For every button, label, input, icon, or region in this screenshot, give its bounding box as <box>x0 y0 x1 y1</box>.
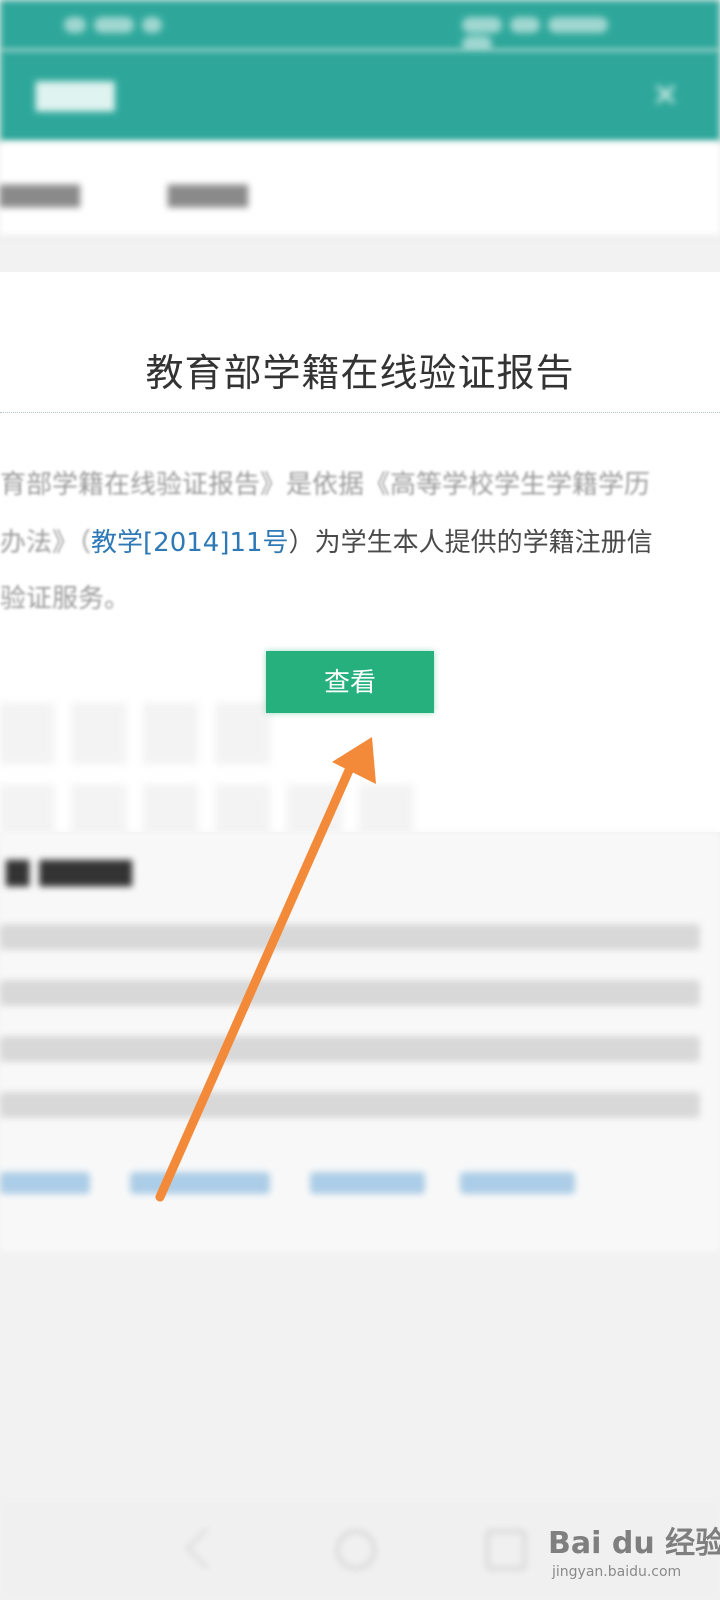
tab-bar: ▆▆▆▆ ▆▆▆▆ <box>0 142 720 238</box>
card-title: 教育部学籍在线验证报告 <box>145 351 575 395</box>
app-title: ▆▆▆ <box>36 72 115 112</box>
recents-icon[interactable] <box>486 1530 526 1570</box>
section-heading: ▆ ▆▆▆▆ <box>6 852 132 887</box>
section-link[interactable] <box>0 1172 90 1194</box>
view-button[interactable]: 查看 <box>266 651 434 713</box>
app-bar: ▆▆▆ ✕ <box>0 50 720 142</box>
description-line-1: 育部学籍在线验证报告》是依据《高等学校学生学籍学历 <box>0 470 651 500</box>
section-text-line <box>0 980 700 1006</box>
section-text-line <box>0 1092 700 1118</box>
info-section: ▆ ▆▆▆▆ <box>0 832 720 1252</box>
watermark-logo: Bai du 经验 <box>548 1526 720 1561</box>
description-line-2-start: 办法》（ <box>0 528 92 558</box>
status-bar-left-icons <box>64 14 184 36</box>
description-line-2-end: ）为学生本人提供的学籍注册信 <box>288 528 653 558</box>
section-text-line <box>0 924 700 950</box>
status-bar-right-icons <box>462 14 652 52</box>
close-icon[interactable]: ✕ <box>652 76 679 114</box>
card-divider <box>0 412 720 413</box>
home-icon[interactable] <box>336 1530 376 1570</box>
description-line-3: 验证服务。 <box>0 584 131 614</box>
document-number-link[interactable]: 教学[2014]11号 <box>91 528 289 558</box>
section-link[interactable] <box>460 1172 575 1194</box>
back-icon[interactable] <box>185 1527 228 1570</box>
tab-item-2[interactable]: ▆▆▆▆ <box>168 178 248 208</box>
status-bar <box>0 0 720 52</box>
watermark-url: jingyan.baidu.com <box>552 1564 682 1580</box>
tab-item-1[interactable]: ▆▆▆▆ <box>0 178 80 208</box>
baidu-jingyan-watermark: Bai du 经验 jingyan.baidu.com <box>548 1512 720 1592</box>
verification-report-card: ▆▆▆▆ ▆▆▆▆▆▆ 教育部学籍在线验证报告 育部学籍在线验证报告》是依据《高… <box>0 272 720 846</box>
section-text-line <box>0 1036 700 1062</box>
section-link[interactable] <box>310 1172 425 1194</box>
description-line-2: 办法》（教学[2014]11号）为学生本人提供的学籍注册信 <box>0 522 653 559</box>
section-link[interactable] <box>130 1172 270 1194</box>
